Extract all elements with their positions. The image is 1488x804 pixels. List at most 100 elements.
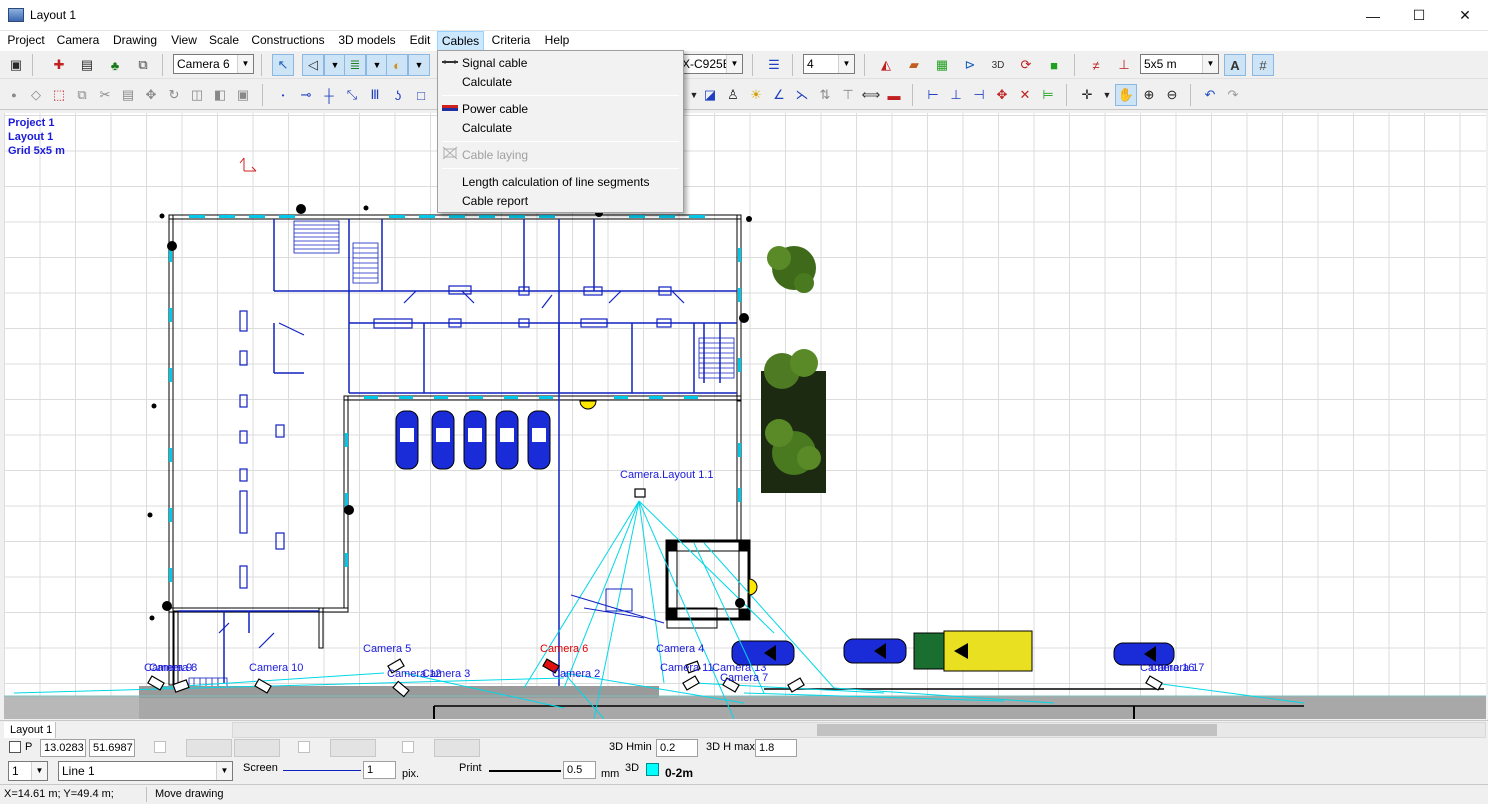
stop-icon[interactable]: ● bbox=[3, 84, 25, 106]
dimension-line-icon[interactable]: ⊥ bbox=[1113, 54, 1135, 76]
vertical-line-icon[interactable]: ┼ bbox=[318, 84, 340, 106]
point-icon[interactable]: • bbox=[272, 84, 294, 106]
3d-icon[interactable]: 3D bbox=[987, 54, 1009, 76]
maximize-button[interactable]: ☐ bbox=[1396, 0, 1442, 31]
tab-layout-1[interactable]: Layout 1 bbox=[4, 722, 56, 738]
cut-icon[interactable]: ✂ bbox=[94, 84, 116, 106]
menu-power-calculate[interactable]: Calculate bbox=[438, 118, 683, 137]
chevron-down-icon[interactable]: ▼ bbox=[408, 54, 430, 76]
p-x-field[interactable]: 13.0283 bbox=[40, 739, 86, 757]
camera-label[interactable]: Camera 11 bbox=[660, 662, 714, 674]
camera-label[interactable]: Camera 2 bbox=[552, 668, 600, 680]
print-width-field[interactable]: 0.5 bbox=[563, 761, 596, 779]
align-right-icon[interactable]: ⊣ bbox=[968, 84, 990, 106]
camera-label[interactable]: Camera 3 bbox=[422, 668, 470, 680]
zone-icon[interactable]: ≣ bbox=[344, 54, 366, 76]
line-icon[interactable]: ⊸ bbox=[295, 84, 317, 106]
camera-label[interactable]: Camera 7 bbox=[720, 672, 768, 684]
option-checkbox[interactable] bbox=[402, 741, 414, 753]
scale-icon[interactable]: ◫ bbox=[186, 84, 208, 106]
camera-select[interactable]: Camera 6 ▼ bbox=[173, 54, 254, 74]
menu-view[interactable]: View bbox=[166, 31, 202, 51]
layouts-icon[interactable]: ⧉ bbox=[132, 54, 154, 76]
grid-icon[interactable]: # bbox=[1252, 54, 1274, 76]
group-icon[interactable]: ▣ bbox=[232, 84, 254, 106]
3d-view-icon[interactable]: ■ bbox=[1043, 54, 1065, 76]
camera-label[interactable]: Camera 8 bbox=[149, 662, 197, 674]
menu-length-calculation[interactable]: Length calculation of line segments bbox=[438, 172, 683, 191]
drawing-canvas[interactable]: Project 1 Layout 1 Grid 5x5 m Camera.Lay… bbox=[4, 113, 1486, 719]
rotate-icon[interactable]: ↻ bbox=[163, 84, 185, 106]
sun-icon[interactable]: ☀ bbox=[745, 84, 767, 106]
camera-label[interactable]: Camera 10 bbox=[249, 662, 303, 674]
tree-icon[interactable]: ♣ bbox=[104, 54, 126, 76]
zoom-out-icon[interactable]: ⊖ bbox=[1161, 84, 1183, 106]
sensor-icon[interactable]: ▰ bbox=[903, 54, 925, 76]
move-icon[interactable]: ✥ bbox=[140, 84, 162, 106]
wall-icon[interactable]: Ⅲ bbox=[364, 84, 386, 106]
menu-cables[interactable]: Cables bbox=[437, 31, 484, 51]
menu-help[interactable]: Help bbox=[538, 31, 576, 51]
intersect-icon[interactable]: ✕ bbox=[1014, 84, 1036, 106]
menu-scale[interactable]: Scale bbox=[205, 31, 243, 51]
p-checkbox[interactable] bbox=[9, 741, 21, 753]
dimension-icon[interactable]: ≠ bbox=[1085, 54, 1107, 76]
polyline-icon[interactable]: ⤡ bbox=[341, 84, 363, 106]
text-icon[interactable]: A bbox=[1224, 54, 1246, 76]
hmax-field[interactable]: 1.8 bbox=[755, 739, 797, 757]
chevron-down-icon[interactable]: ▼ bbox=[324, 54, 346, 76]
option-checkbox[interactable] bbox=[154, 741, 166, 753]
option-checkbox[interactable] bbox=[298, 741, 310, 753]
new-layout-icon[interactable]: ✚ bbox=[48, 54, 70, 76]
menu-cable-report[interactable]: Cable report bbox=[438, 191, 683, 210]
area-icon[interactable]: ◪ bbox=[699, 84, 721, 106]
3d-color-swatch[interactable] bbox=[646, 763, 659, 776]
arc-icon[interactable]: ʖ bbox=[387, 84, 409, 106]
save-icon[interactable]: ▣ bbox=[5, 54, 27, 76]
camera-label[interactable]: Camera 5 bbox=[363, 643, 411, 655]
redo-icon[interactable]: ↷ bbox=[1222, 84, 1244, 106]
person-icon[interactable]: ♙ bbox=[722, 84, 744, 106]
field-of-view-icon[interactable]: ⊳ bbox=[959, 54, 981, 76]
menu-constructions[interactable]: Constructions bbox=[247, 31, 329, 51]
number-select[interactable]: 4 ▼ bbox=[803, 54, 855, 74]
distribute-icon[interactable]: ✥ bbox=[991, 84, 1013, 106]
align-left-icon[interactable]: ⊢ bbox=[922, 84, 944, 106]
camera-label-selected[interactable]: Camera 6 bbox=[540, 643, 588, 655]
level-icon[interactable]: ⊨ bbox=[1037, 84, 1059, 106]
minimize-button[interactable]: — bbox=[1350, 0, 1396, 31]
p-y-field[interactable]: 51.6987 bbox=[89, 739, 135, 757]
camera-view-icon[interactable]: ◁ bbox=[302, 54, 324, 76]
model-select[interactable]: X-C925E ▼ bbox=[678, 54, 743, 74]
horizontal-scrollbar[interactable] bbox=[232, 722, 1486, 738]
text-tool-icon[interactable]: ⊤ bbox=[837, 84, 859, 106]
camera-label[interactable]: Camera 17 bbox=[1150, 662, 1204, 674]
list-icon[interactable]: ☰ bbox=[763, 54, 785, 76]
scrollbar-thumb[interactable] bbox=[817, 724, 1217, 736]
copy-icon[interactable]: ⧉ bbox=[71, 84, 93, 106]
align-center-icon[interactable]: ⊥ bbox=[945, 84, 967, 106]
line-type-select[interactable]: Line 1 ▼ bbox=[58, 761, 233, 781]
menu-camera[interactable]: Camera bbox=[53, 31, 103, 51]
height-icon[interactable]: ⇅ bbox=[814, 84, 836, 106]
close-button[interactable]: ✕ bbox=[1442, 0, 1488, 31]
select-pointer-icon[interactable]: ↖ bbox=[272, 54, 294, 76]
crosshair-icon[interactable]: ✛ bbox=[1076, 84, 1098, 106]
zoom-in-icon[interactable]: ⊕ bbox=[1138, 84, 1160, 106]
eraser-icon[interactable]: ◇ bbox=[25, 84, 47, 106]
menu-criteria[interactable]: Criteria bbox=[487, 31, 535, 51]
camera-label[interactable]: Camera 4 bbox=[656, 643, 704, 655]
mirror-icon[interactable]: ◧ bbox=[209, 84, 231, 106]
hmin-field[interactable]: 0.2 bbox=[656, 739, 698, 757]
measure-icon[interactable]: ◭ bbox=[875, 54, 897, 76]
view-angle-icon[interactable]: ⋋ bbox=[791, 84, 813, 106]
line-number-select[interactable]: 1 ▼ bbox=[8, 761, 48, 781]
angle-icon[interactable]: ∠ bbox=[768, 84, 790, 106]
light-icon[interactable]: ◐ bbox=[386, 54, 408, 76]
chevron-down-icon[interactable]: ▼ bbox=[366, 54, 388, 76]
grid-size-select[interactable]: 5x5 m ▼ bbox=[1140, 54, 1219, 74]
undo-icon[interactable]: ↶ bbox=[1199, 84, 1221, 106]
cable-tool-icon[interactable]: ⟺ bbox=[860, 84, 882, 106]
screen-width-field[interactable]: 1 bbox=[363, 761, 396, 779]
rotate-3d-icon[interactable]: ⟳ bbox=[1015, 54, 1037, 76]
